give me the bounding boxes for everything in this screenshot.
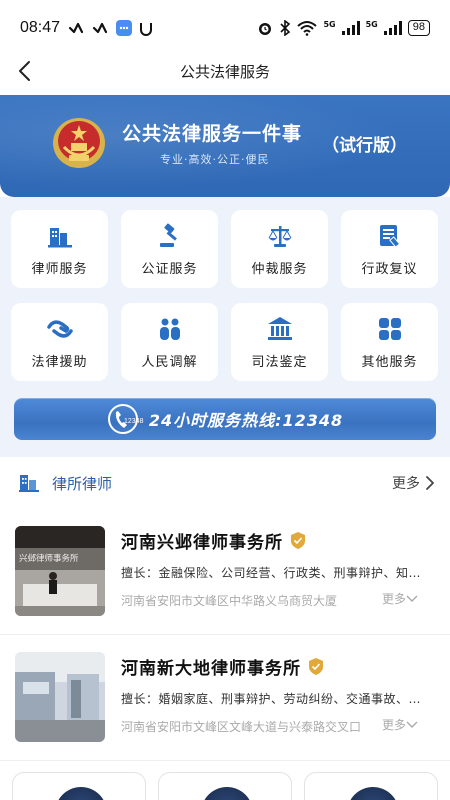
lawyer-avatar: [55, 787, 107, 800]
law-firm-item[interactable]: 兴邺律师事务所 河南兴邺律师事务所 擅长：金融保险、公司经营、行政类、刑事辩护、…: [0, 526, 450, 644]
service-label: 行政复议: [361, 262, 418, 277]
firm-more-button[interactable]: 更多: [382, 590, 418, 607]
firm-more-button[interactable]: 更多: [382, 716, 418, 733]
bluetooth-icon: [280, 20, 291, 36]
people-icon: [159, 318, 180, 340]
building-icon: [47, 228, 72, 248]
lawyer-avatar: [201, 787, 253, 800]
phone-icon: 12348: [107, 402, 147, 436]
nav-bar: 公共法律服务: [0, 56, 450, 86]
service-notary[interactable]: 公证服务: [121, 210, 218, 288]
more-link[interactable]: 更多: [392, 473, 436, 493]
firm-more-label: 更多: [382, 718, 407, 732]
divider: [0, 760, 450, 761]
firm-name: 河南新大地律师事务所: [121, 659, 301, 679]
handshake-icon: [46, 320, 73, 338]
courthouse-icon: [267, 317, 292, 340]
scales-icon: [268, 226, 291, 247]
service-other[interactable]: 其他服务: [341, 303, 438, 381]
status-system-icons: 5G 5G 98: [257, 20, 430, 36]
service-legal-aid[interactable]: 法律援助: [11, 303, 108, 381]
service-label: 公证服务: [141, 262, 198, 277]
service-judicial-appraisal[interactable]: 司法鉴定: [231, 303, 328, 381]
service-label: 其他服务: [361, 355, 418, 370]
service-label: 仲裁服务: [251, 262, 308, 277]
service-label: 人民调解: [141, 355, 198, 370]
more-label: 更多: [392, 476, 420, 492]
message-notification-icon: [116, 20, 133, 36]
firm-photo: [15, 652, 105, 742]
app-notification-icon: [140, 23, 153, 36]
network-type-label: 5G: [323, 20, 336, 29]
lawyer-avatar: [347, 787, 399, 800]
firm-address: 河南省安阳市文峰区文峰大道与兴泰路交叉口: [121, 720, 362, 734]
verified-badge-icon: [309, 658, 323, 675]
app-notification-icon: [68, 22, 84, 34]
service-lawyer[interactable]: 律师服务: [11, 210, 108, 288]
signal-icon: [341, 21, 360, 35]
service-label: 律师服务: [31, 262, 88, 277]
firm-photo-sign: 兴邺律师事务所: [19, 553, 79, 564]
national-emblem-icon: [53, 118, 105, 168]
back-arrow-icon[interactable]: [14, 59, 38, 83]
firm-name: 河南兴邺律师事务所: [121, 533, 283, 553]
lawyer-cards-row: [0, 772, 450, 800]
verified-badge-icon: [291, 532, 305, 549]
service-mediation[interactable]: 人民调解: [121, 303, 218, 381]
banner-version-tag: （试行版）: [322, 136, 407, 156]
firm-address: 河南省安阳市文峰区中华路义乌商贸大厦: [121, 594, 338, 608]
banner-title: 公共法律服务一件事: [122, 123, 303, 145]
hotline-banner[interactable]: 12348 24小时服务热线:12348: [14, 398, 436, 440]
signal-icon: [383, 21, 402, 35]
lawyer-card[interactable]: [12, 772, 146, 800]
lawyer-card[interactable]: [158, 772, 292, 800]
status-bar: 08:47 5G 5G 98: [0, 0, 450, 56]
law-firm-item[interactable]: 河南新大地律师事务所 擅长：婚姻家庭、刑事辩护、劳动纠纷、交通事故、合同纠纷 河…: [0, 652, 450, 770]
firm-name-row: 河南新大地律师事务所: [121, 654, 324, 679]
service-grid: 律师服务 公证服务 仲裁服务 行政复议 法律援助 人民调解 司法鉴定 其他服务: [11, 210, 439, 381]
service-arbitration[interactable]: 仲裁服务: [231, 210, 328, 288]
service-label: 司法鉴定: [251, 355, 308, 370]
battery-level: 98: [407, 20, 430, 36]
network-type-label: 5G: [365, 20, 378, 29]
firm-photo: 兴邺律师事务所: [15, 526, 105, 616]
wifi-icon: [297, 21, 318, 36]
alarm-icon: [259, 23, 272, 35]
service-label: 法律援助: [31, 355, 88, 370]
firm-more-label: 更多: [382, 592, 407, 606]
building-icon: [19, 475, 39, 492]
section-header: 律所律师 更多: [0, 466, 450, 500]
chevron-right-icon: [426, 476, 434, 490]
hotline-text: 24小时服务热线:12348: [148, 411, 344, 430]
page-title: 公共法律服务: [179, 62, 270, 81]
divider: [0, 634, 450, 635]
document-icon: [379, 225, 400, 248]
status-notification-icons: [68, 20, 154, 36]
grid-icon: [378, 318, 401, 340]
firm-name-row: 河南兴邺律师事务所: [121, 528, 306, 553]
header-banner: 公共法律服务一件事 （试行版） 专业·高效·公正·便民: [0, 95, 450, 197]
hotline-badge-number: 12348: [124, 418, 144, 425]
app-notification-icon: [92, 22, 108, 34]
firm-specialty: 擅长：婚姻家庭、刑事辩护、劳动纠纷、交通事故、合同纠纷: [121, 692, 433, 706]
chevron-down-icon: [406, 595, 418, 602]
banner-subtitle: 专业·高效·公正·便民: [160, 153, 270, 166]
gavel-icon: [159, 223, 177, 247]
lawyer-card[interactable]: [304, 772, 438, 800]
service-admin-review[interactable]: 行政复议: [341, 210, 438, 288]
section-title: 律所律师: [52, 474, 113, 493]
firm-specialty: 擅长：金融保险、公司经营、行政类、刑事辩护、知识产权: [121, 566, 433, 580]
chevron-down-icon: [406, 721, 418, 728]
status-time: 08:47: [20, 19, 61, 36]
